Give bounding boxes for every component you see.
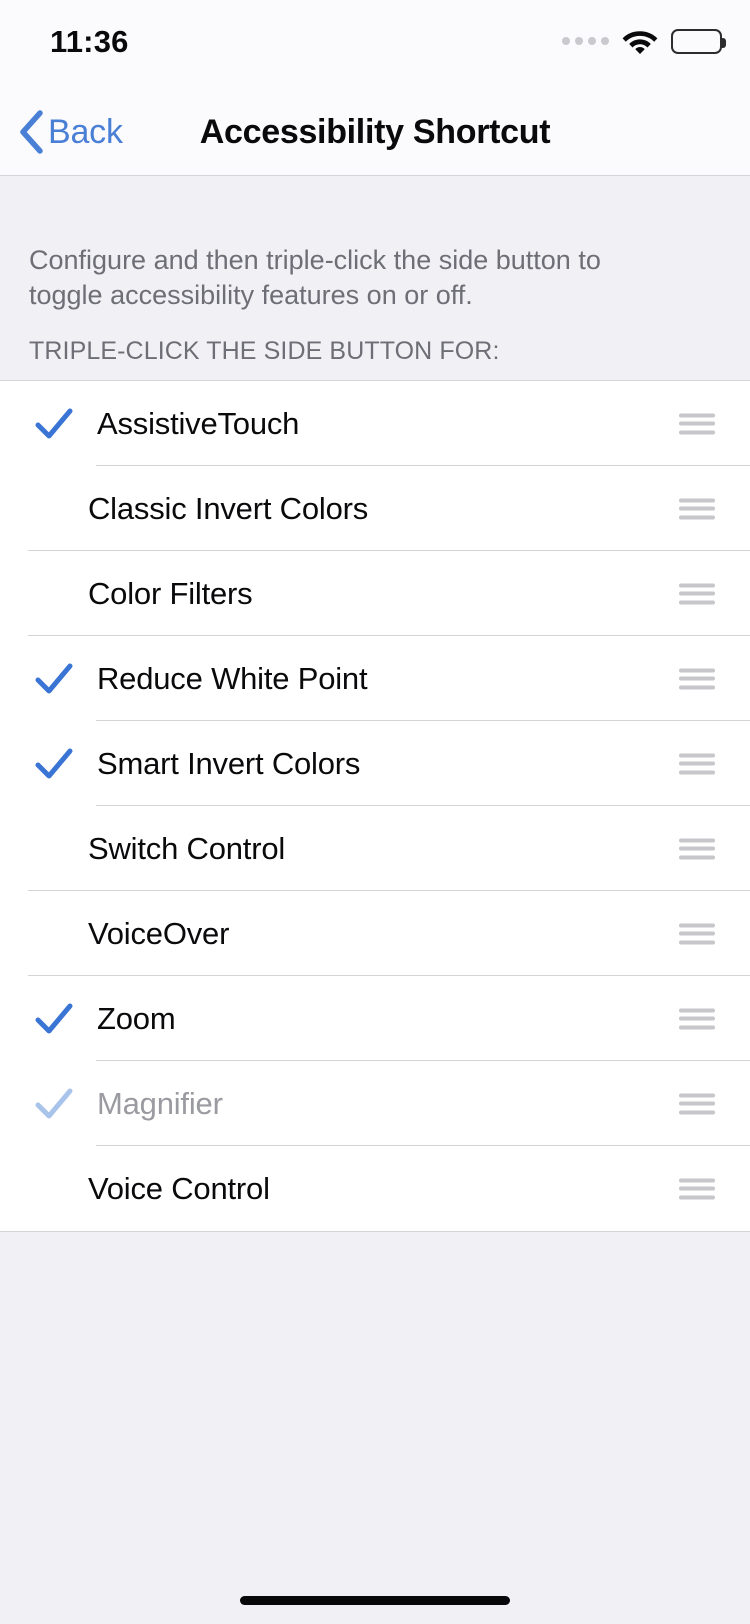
option-label: Magnifier xyxy=(97,1085,223,1121)
checkmark-icon[interactable] xyxy=(34,574,74,614)
checkmark-icon[interactable] xyxy=(34,829,74,869)
option-row[interactable]: Classic Invert Colors xyxy=(0,466,750,551)
option-row[interactable]: Reduce White Point xyxy=(0,636,750,721)
reorder-handle-icon[interactable] xyxy=(679,668,715,689)
checkmark-icon[interactable] xyxy=(34,659,74,699)
accessibility-options-list: AssistiveTouch Classic Invert Colors Color… xyxy=(0,380,750,1232)
option-row[interactable]: Color Filters xyxy=(0,551,750,636)
option-label: Reduce White Point xyxy=(97,660,368,696)
status-bar: 11:36 xyxy=(0,0,750,88)
option-label: Smart Invert Colors xyxy=(97,745,361,781)
option-row[interactable]: VoiceOver xyxy=(0,891,750,976)
option-label: Classic Invert Colors xyxy=(88,490,369,526)
option-label: Switch Control xyxy=(88,830,286,866)
option-row[interactable]: Zoom xyxy=(0,976,750,1061)
battery-icon xyxy=(671,28,726,54)
reorder-handle-icon[interactable] xyxy=(679,1093,715,1114)
option-row[interactable]: Smart Invert Colors xyxy=(0,721,750,806)
checkmark-icon[interactable] xyxy=(34,1084,74,1124)
checkmark-icon[interactable] xyxy=(34,489,74,529)
checkmark-icon[interactable] xyxy=(34,1169,74,1209)
reorder-handle-icon[interactable] xyxy=(679,753,715,774)
checkmark-icon[interactable] xyxy=(34,914,74,954)
status-bar-time: 11:36 xyxy=(50,24,129,59)
status-bar-indicators xyxy=(562,28,726,54)
section-header: TRIPLE-CLICK THE SIDE BUTTON FOR: xyxy=(29,337,500,365)
page-title: Accessibility Shortcut xyxy=(199,112,551,151)
option-label: Color Filters xyxy=(88,575,253,611)
checkmark-icon[interactable] xyxy=(34,999,74,1039)
wifi-icon xyxy=(622,28,658,54)
option-label: AssistiveTouch xyxy=(97,405,300,441)
signal-dots-icon xyxy=(562,37,609,45)
navigation-bar: Back Accessibility Shortcut xyxy=(0,88,750,176)
checkmark-icon[interactable] xyxy=(34,404,74,444)
option-row[interactable]: Switch Control xyxy=(0,806,750,891)
option-label: VoiceOver xyxy=(88,915,230,951)
description-text: Configure and then triple-click the side… xyxy=(29,245,601,310)
reorder-handle-icon[interactable] xyxy=(679,838,715,859)
reorder-handle-icon[interactable] xyxy=(679,1008,715,1029)
reorder-handle-icon[interactable] xyxy=(679,583,715,604)
iphone-screen: 11:36 Back Accessibility Shortcut Config… xyxy=(0,0,750,1624)
checkmark-icon[interactable] xyxy=(34,744,74,784)
reorder-handle-icon[interactable] xyxy=(679,498,715,519)
option-label: Voice Control xyxy=(88,1170,270,1206)
option-row[interactable]: AssistiveTouch xyxy=(0,381,750,466)
reorder-handle-icon[interactable] xyxy=(679,1178,715,1199)
option-label: Zoom xyxy=(97,1000,176,1036)
reorder-handle-icon[interactable] xyxy=(679,413,715,434)
option-row[interactable]: Voice Control xyxy=(0,1146,750,1231)
reorder-handle-icon[interactable] xyxy=(679,923,715,944)
home-indicator-bar xyxy=(240,1596,510,1605)
option-row[interactable]: Magnifier xyxy=(0,1061,750,1146)
